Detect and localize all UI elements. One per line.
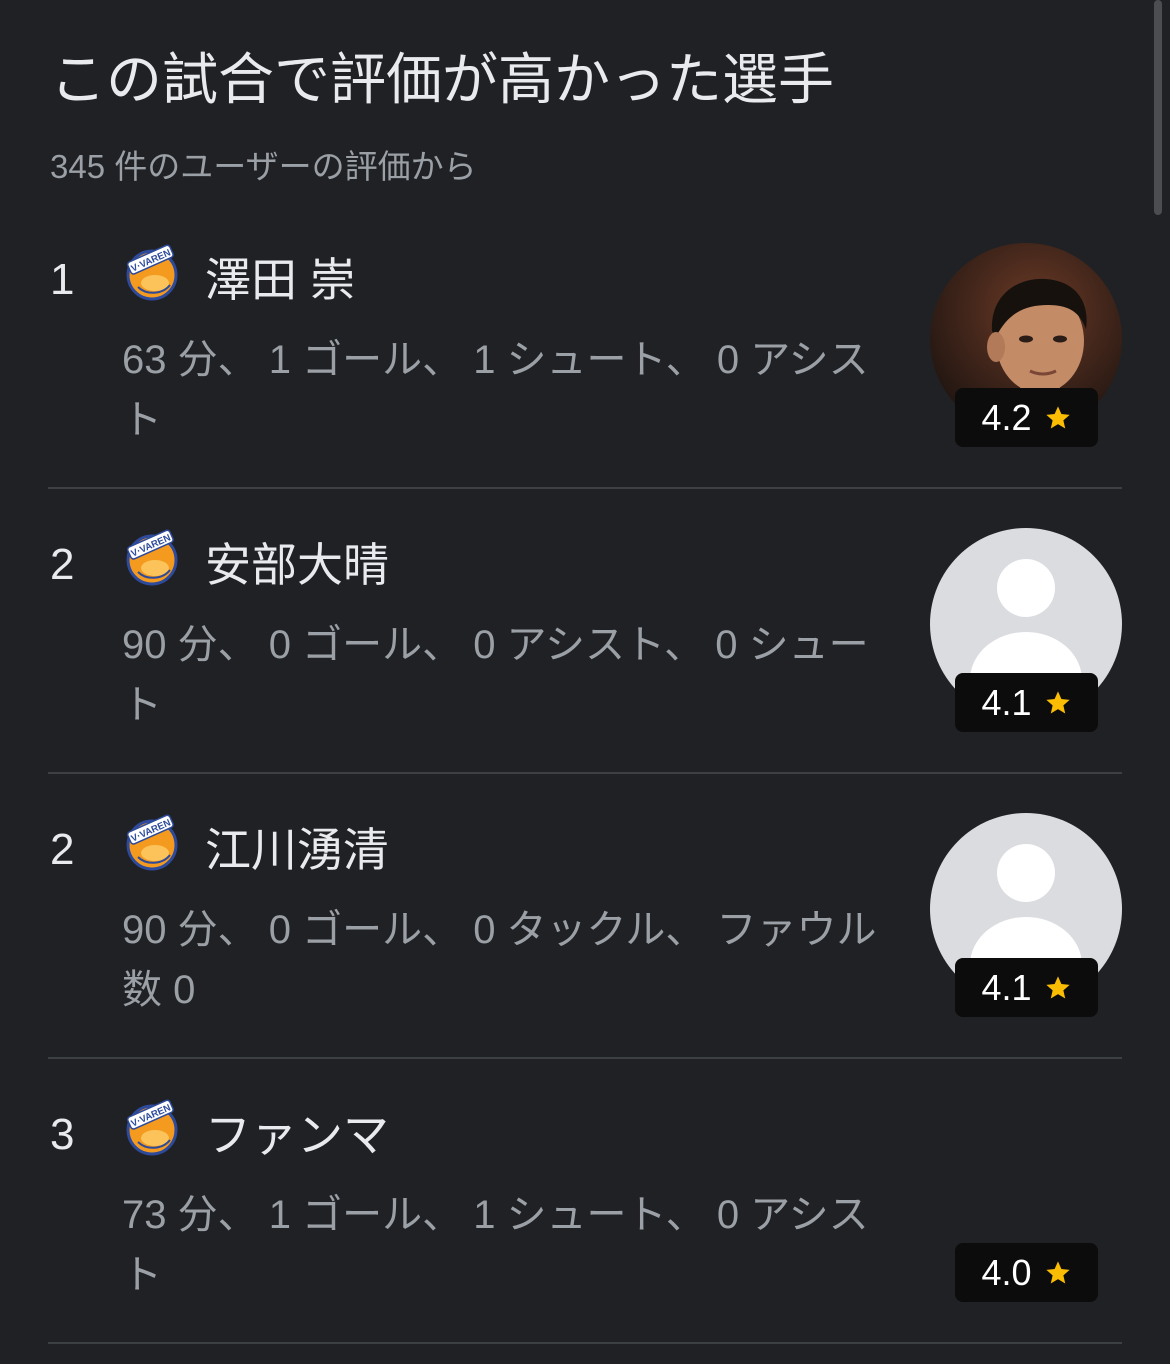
star-icon: [1045, 690, 1070, 713]
star-icon: [1045, 1260, 1070, 1283]
star-icon: [1045, 975, 1070, 998]
player-rank: 3: [50, 1110, 75, 1159]
player-row[interactable]: 3 V·VAREN ファンマ 73 分、 1 ゴール、 1 シュート、 0 アシ…: [48, 1059, 1122, 1344]
rating-value: 4.2: [981, 397, 1032, 438]
player-row[interactable]: 1 V·VAREN 澤田 崇 63 分、 1 ゴール、 1 シュート、 0 アシ…: [48, 204, 1122, 489]
v-varen-logo-icon: V·VAREN: [122, 528, 180, 586]
player-stats: 73 分、 1 ゴール、 1 シュート、 0 アシスト: [122, 1193, 869, 1297]
player-stats: 90 分、 0 ゴール、 0 アシスト、 0 シュート: [122, 623, 869, 727]
player-rank: 2: [50, 540, 75, 589]
rating-badge: 4.1: [955, 958, 1098, 1017]
v-varen-logo-icon: V·VAREN: [122, 243, 180, 301]
rating-badge: 4.1: [955, 673, 1098, 732]
v-varen-logo-icon: V·VAREN: [122, 1098, 180, 1156]
rating-badge: 4.0: [955, 1243, 1098, 1302]
player-stats: 90 分、 0 ゴール、 0 タックル、 ファウル数 0: [122, 908, 877, 1012]
rating-value: 4.1: [981, 682, 1032, 723]
rating-badge: 4.2: [955, 388, 1098, 447]
player-rank: 2: [50, 825, 75, 874]
rating-value: 4.0: [981, 1252, 1032, 1293]
player-stats: 63 分、 1 ゴール、 1 シュート、 0 アシスト: [122, 338, 869, 442]
star-icon: [1045, 405, 1070, 428]
player-rank: 1: [50, 255, 75, 304]
player-row[interactable]: 2 V·VAREN 江川湧清 90 分、 0 ゴール、 0 タックル、 ファウル…: [48, 774, 1122, 1059]
player-name: 澤田 崇: [205, 254, 356, 306]
page-title: この試合で評価が高かった選手: [50, 48, 834, 111]
scrollbar[interactable]: [1154, 0, 1162, 215]
player-row[interactable]: 2 V·VAREN 安部大晴 90 分、 0 ゴール、 0 アシスト、 0 シュ…: [48, 489, 1122, 774]
v-varen-logo-icon: V·VAREN: [122, 813, 180, 871]
ratings-count-subtitle: 345 件のユーザーの評価から: [50, 148, 477, 185]
top-rated-players-list: 1 V·VAREN 澤田 崇 63 分、 1 ゴール、 1 シュート、 0 アシ…: [48, 204, 1122, 1344]
player-name: 江川湧清: [205, 824, 389, 876]
rating-value: 4.1: [981, 967, 1032, 1008]
player-name: ファンマ: [205, 1109, 389, 1161]
player-name: 安部大晴: [205, 539, 389, 591]
